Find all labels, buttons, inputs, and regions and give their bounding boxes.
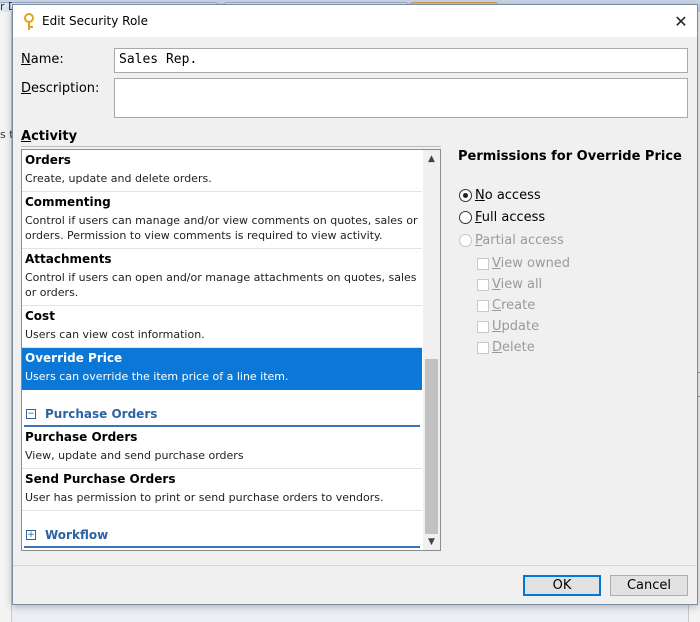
checkbox-disabled (477, 257, 489, 270)
expand-icon[interactable]: + (26, 530, 36, 540)
activity-divider (21, 146, 441, 147)
activity-item-description: User has permission to print or send pur… (25, 491, 384, 504)
title-bar[interactable]: Edit Security Role ✕ (13, 5, 697, 37)
checkbox-label-text: iew owned (500, 256, 571, 271)
checkbox-label-text: reate (501, 298, 536, 313)
activity-item-title: Purchase Orders (25, 430, 138, 444)
activity-item-override-price[interactable]: Override Price Users can override the it… (22, 348, 422, 390)
activity-item-description: Users can view cost information. (25, 328, 205, 341)
activity-item-send-purchase-orders[interactable]: Send Purchase Orders User has permission… (22, 469, 422, 511)
activity-item-cost[interactable]: Cost Users can view cost information. (22, 306, 422, 348)
background-text-fragment: r D (0, 0, 12, 13)
activity-item-title: Attachments (25, 252, 112, 266)
name-label-mnemonic: N (21, 52, 31, 67)
background-left-panel (0, 12, 12, 622)
activity-item-title: Override Price (25, 351, 123, 365)
checkbox-disabled (477, 341, 489, 354)
name-label: Name: (21, 52, 64, 67)
radio-label: Partial access (475, 233, 564, 248)
checkbox-label-text: iew all (500, 277, 543, 292)
checkbox-label-text: pdate (501, 319, 540, 334)
checkbox-label-text: elete (502, 340, 535, 355)
group-label: Workflow (45, 528, 109, 542)
activity-list-scrollbar[interactable]: ▲ ▼ (423, 150, 440, 550)
footer-divider (13, 565, 697, 566)
checkbox-disabled (477, 299, 489, 312)
partial-access-radio: Partial access (459, 233, 564, 248)
radio-label-mnemonic: N (475, 188, 485, 203)
close-icon: ✕ (674, 11, 688, 31)
background-text-fragment: s to (0, 128, 12, 141)
activity-section-title: Activity (21, 129, 77, 144)
checkbox-disabled (477, 320, 489, 333)
collapse-icon[interactable]: − (26, 409, 36, 419)
radio-button-disabled (459, 234, 472, 247)
cancel-button[interactable]: Cancel (610, 575, 688, 596)
group-label: Purchase Orders (45, 407, 158, 421)
radio-label-text: artial access (482, 233, 564, 248)
checkbox-label-mnemonic: U (492, 319, 502, 334)
activity-item-attachments[interactable]: Attachments Control if users can open an… (22, 249, 422, 306)
update-checkbox: Update (477, 319, 539, 334)
scroll-down-icon[interactable]: ▼ (423, 533, 440, 550)
checkbox-label: Delete (492, 340, 535, 355)
scrollbar-thumb[interactable] (425, 359, 438, 534)
view-all-checkbox: View all (477, 277, 542, 292)
activity-list-content: Orders Create, update and delete orders.… (22, 150, 422, 550)
full-access-radio[interactable]: Full access (459, 210, 545, 225)
radio-label: Full access (475, 210, 545, 225)
name-label-text: ame: (30, 52, 64, 67)
delete-checkbox: Delete (477, 340, 535, 355)
activity-item-description: Control if users can open and/or manage … (25, 271, 417, 299)
activity-item-orders[interactable]: Orders Create, update and delete orders. (22, 150, 422, 192)
radio-label-text: o access (484, 188, 541, 203)
no-access-radio[interactable]: No access (459, 188, 541, 203)
create-checkbox: Create (477, 298, 535, 313)
description-label-mnemonic: D (21, 81, 32, 96)
group-header-workflow[interactable]: + Workflow (22, 525, 422, 545)
activity-item-description: Control if users can manage and/or view … (25, 214, 418, 242)
checkbox-label: View owned (492, 256, 570, 271)
checkbox-label-mnemonic: C (492, 298, 502, 313)
checkbox-label: Update (492, 319, 539, 334)
checkbox-label: View all (492, 277, 542, 292)
activity-label-text: ctivity (31, 129, 78, 144)
edit-security-role-dialog: Edit Security Role ✕ Name: Sales Rep. De… (12, 4, 698, 605)
activity-item-title: Send Purchase Orders (25, 472, 176, 486)
checkbox-label-mnemonic: V (492, 256, 501, 271)
scroll-up-icon[interactable]: ▲ (423, 150, 440, 167)
activity-item-description: Create, update and delete orders. (25, 172, 212, 185)
description-label-text: escription: (31, 81, 100, 96)
checkbox-label-mnemonic: D (492, 340, 503, 355)
description-label: Description: (21, 81, 99, 96)
radio-button[interactable] (459, 211, 472, 224)
group-divider (24, 546, 420, 548)
dialog-title: Edit Security Role (42, 14, 149, 28)
activity-item-title: Orders (25, 153, 71, 167)
activity-item-title: Cost (25, 309, 55, 323)
view-owned-checkbox: View owned (477, 256, 570, 271)
activity-item-description: Users can override the item price of a l… (25, 370, 289, 383)
activity-label-mnemonic: A (21, 129, 32, 144)
radio-button-checked[interactable] (459, 189, 472, 202)
group-header-purchase-orders[interactable]: − Purchase Orders (22, 404, 422, 424)
permissions-title: Permissions for Override Price (458, 149, 682, 164)
ok-button[interactable]: OK (523, 575, 601, 596)
checkbox-label-mnemonic: V (492, 277, 501, 292)
activity-item-commenting[interactable]: Commenting Control if users can manage a… (22, 192, 422, 249)
checkbox-label: Create (492, 298, 535, 313)
activity-item-title: Commenting (25, 195, 111, 209)
description-input[interactable] (114, 78, 688, 118)
checkbox-disabled (477, 278, 489, 291)
close-button[interactable]: ✕ (665, 5, 697, 37)
activity-list[interactable]: Orders Create, update and delete orders.… (21, 149, 441, 551)
radio-label: No access (475, 188, 541, 203)
radio-label-text: ull access (481, 210, 546, 225)
radio-label-mnemonic: F (475, 210, 482, 225)
key-icon (24, 13, 34, 30)
name-input[interactable]: Sales Rep. (114, 48, 688, 73)
activity-item-purchase-orders[interactable]: Purchase Orders View, update and send pu… (22, 427, 422, 469)
activity-item-description: View, update and send purchase orders (25, 449, 244, 462)
